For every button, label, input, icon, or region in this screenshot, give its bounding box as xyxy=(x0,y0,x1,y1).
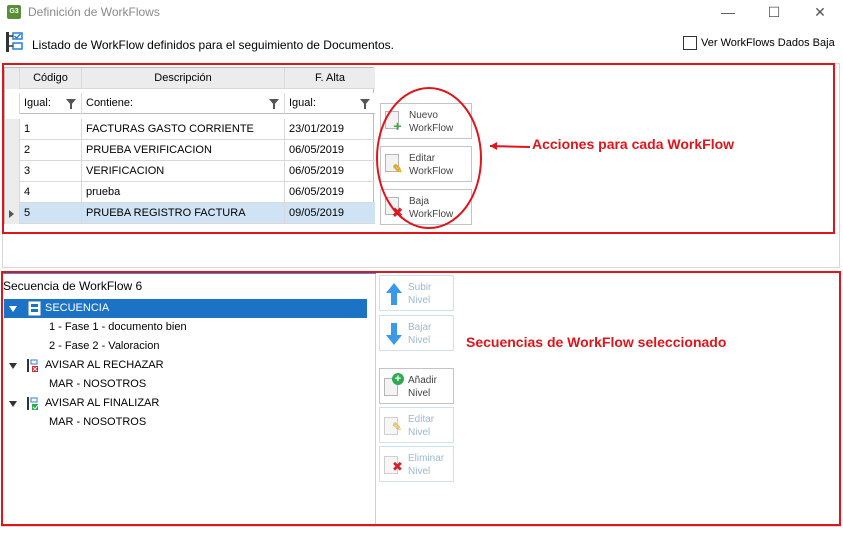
filter-icon[interactable] xyxy=(269,99,279,109)
cell-description[interactable]: FACTURAS GASTO CORRIENTE xyxy=(82,119,285,140)
tree-leaf[interactable]: 2 - Fase 2 - Valoracion xyxy=(49,337,159,356)
filter-code[interactable]: Igual: xyxy=(20,93,82,114)
close-button[interactable]: ✕ xyxy=(797,0,843,25)
plus-icon: + xyxy=(393,118,402,134)
show-deleted-label: Ver WorkFlows Dados Baja xyxy=(701,37,835,49)
reject-notice-icon xyxy=(27,359,38,372)
tree-leaf[interactable]: 1 - Fase 1 - documento bien xyxy=(49,318,187,337)
workflow-list-icon xyxy=(6,32,23,52)
edit-level-button[interactable]: ✎ Editar Nivel xyxy=(379,407,454,443)
delete-x-icon: ✖ xyxy=(392,205,403,220)
delete-workflow-button[interactable]: ✖ Baja WorkFlow xyxy=(380,189,472,225)
grid-filter-row: Igual: Contiene: Igual: xyxy=(5,93,375,114)
sequence-title: Secuencia de WorkFlow 6 xyxy=(3,279,143,293)
filter-icon[interactable] xyxy=(66,99,76,109)
edit-workflow-button[interactable]: ✎ Editar WorkFlow xyxy=(380,146,472,182)
filter-icon[interactable] xyxy=(360,99,370,109)
row-indicator-current xyxy=(5,203,20,224)
new-workflow-label: Nuevo WorkFlow xyxy=(409,110,454,134)
filter-description-label: Contiene: xyxy=(86,97,134,109)
arrow-up-icon xyxy=(386,283,402,305)
table-row-selected[interactable]: 5 PRUEBA REGISTRO FACTURA 09/05/2019 xyxy=(5,203,375,224)
current-row-arrow-icon xyxy=(9,210,14,218)
tree-node-avisar-finalizar[interactable]: AVISAR AL FINALIZAR xyxy=(4,394,204,413)
delete-level-label: Eliminar Nivel xyxy=(408,453,445,477)
cell-description[interactable]: VERIFICACION xyxy=(82,161,285,182)
tree-node-label: AVISAR AL FINALIZAR xyxy=(45,397,160,409)
pencil-icon: ✎ xyxy=(392,420,403,434)
cell-description[interactable]: PRUEBA REGISTRO FACTURA xyxy=(82,203,285,224)
maximize-button[interactable]: ☐ xyxy=(751,0,797,25)
delete-workflow-label: Baja WorkFlow xyxy=(409,196,454,220)
cell-code[interactable]: 1 xyxy=(20,119,82,140)
move-up-button[interactable]: Subir Nivel xyxy=(379,275,454,311)
sequence-node-icon xyxy=(28,301,41,316)
collapse-icon[interactable] xyxy=(9,306,17,312)
add-level-button[interactable]: + Añadir Nivel xyxy=(379,368,454,404)
cell-date[interactable]: 06/05/2019 xyxy=(285,182,375,203)
filter-code-label: Igual: xyxy=(24,97,51,109)
filter-date-label: Igual: xyxy=(289,97,316,109)
cell-code[interactable]: 5 xyxy=(20,203,82,224)
app-icon: G3 xyxy=(7,5,21,19)
cell-code[interactable]: 2 xyxy=(20,140,82,161)
plus-icon: + xyxy=(392,373,404,385)
workflow-grid: Código Descripción F. Alta Igual: Contie… xyxy=(4,67,375,224)
tree-node-label: SECUENCIA xyxy=(45,302,110,314)
arrow-down-icon xyxy=(386,323,402,345)
row-indicator xyxy=(5,119,20,140)
move-down-button[interactable]: Bajar Nivel xyxy=(379,315,454,351)
new-workflow-button[interactable]: + Nuevo WorkFlow xyxy=(380,103,472,139)
title-bar: G3 Definición de WorkFlows — ☐ ✕ xyxy=(0,0,843,25)
column-header-code[interactable]: Código xyxy=(20,68,82,89)
header-bar: Listado de WorkFlow definidos para el se… xyxy=(0,25,843,60)
cell-description[interactable]: PRUEBA VERIFICACION xyxy=(82,140,285,161)
add-level-label: Añadir Nivel xyxy=(408,375,437,399)
cell-date[interactable]: 23/01/2019 xyxy=(285,119,375,140)
cell-code[interactable]: 4 xyxy=(20,182,82,203)
delete-level-button[interactable]: ✖ Eliminar Nivel xyxy=(379,446,454,482)
row-indicator xyxy=(5,140,20,161)
column-header-description[interactable]: Descripción xyxy=(82,68,285,89)
tree-node-label: AVISAR AL RECHAZAR xyxy=(45,359,164,371)
cell-date[interactable]: 09/05/2019 xyxy=(285,203,375,224)
table-row[interactable]: 2 PRUEBA VERIFICACION 06/05/2019 xyxy=(5,140,375,161)
row-indicator-filter xyxy=(5,93,20,114)
finish-notice-icon xyxy=(27,397,39,410)
table-row[interactable]: 4 prueba 06/05/2019 xyxy=(5,182,375,203)
grid-header-row: Código Descripción F. Alta xyxy=(5,68,375,89)
edit-level-label: Editar Nivel xyxy=(408,414,435,438)
table-row[interactable]: 3 VERIFICACION 06/05/2019 xyxy=(5,161,375,182)
edit-workflow-label: Editar WorkFlow xyxy=(409,153,454,177)
column-header-date[interactable]: F. Alta xyxy=(285,68,375,89)
page-title: Listado de WorkFlow definidos para el se… xyxy=(32,38,394,52)
tree-leaf[interactable]: MAR - NOSOTROS xyxy=(49,413,146,432)
pencil-icon: ✎ xyxy=(392,162,403,176)
tree-leaf[interactable]: MAR - NOSOTROS xyxy=(49,375,146,394)
annotation-actions-note: Acciones para cada WorkFlow xyxy=(532,136,735,152)
collapse-icon[interactable] xyxy=(9,401,17,407)
panel-divider-accent xyxy=(1,272,376,274)
table-row[interactable]: 1 FACTURAS GASTO CORRIENTE 23/01/2019 xyxy=(5,119,375,140)
move-up-label: Subir Nivel xyxy=(408,282,432,306)
cell-description[interactable]: prueba xyxy=(82,182,285,203)
minimize-button[interactable]: — xyxy=(705,0,751,25)
cell-code[interactable]: 3 xyxy=(20,161,82,182)
delete-x-icon: ✖ xyxy=(392,459,403,474)
filter-description[interactable]: Contiene: xyxy=(82,93,285,114)
window-title: Definición de WorkFlows xyxy=(28,5,160,19)
annotation-sequence-note: Secuencias de WorkFlow seleccionado xyxy=(466,334,727,350)
collapse-icon[interactable] xyxy=(9,363,17,369)
cell-date[interactable]: 06/05/2019 xyxy=(285,161,375,182)
tree-node-secuencia[interactable]: SECUENCIA xyxy=(4,299,367,318)
move-down-label: Bajar Nivel xyxy=(408,322,432,346)
filter-date[interactable]: Igual: xyxy=(285,93,375,114)
cell-date[interactable]: 06/05/2019 xyxy=(285,140,375,161)
row-indicator xyxy=(5,161,20,182)
show-deleted-checkbox[interactable] xyxy=(683,36,697,50)
row-indicator-header xyxy=(5,68,20,89)
tree-node-avisar-rechazar[interactable]: AVISAR AL RECHAZAR xyxy=(4,356,204,375)
row-indicator xyxy=(5,182,20,203)
panel-divider xyxy=(375,274,376,526)
